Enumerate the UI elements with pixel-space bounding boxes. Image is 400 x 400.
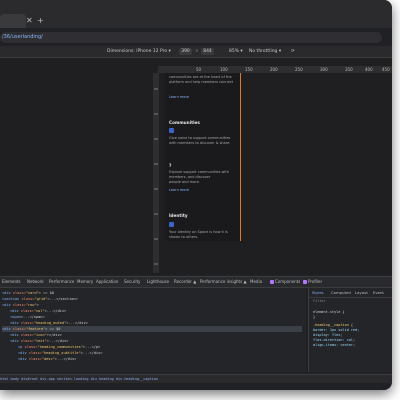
device-select[interactable]: Dimensions: iPhone 12 Pro ▾ <box>107 46 171 57</box>
ruler-tick: 50 <box>196 67 202 72</box>
tab-computed[interactable]: Computed <box>331 288 351 297</box>
device-toolbar: Dimensions: iPhone 12 Pro ▾ 390 × 844 85… <box>0 46 392 58</box>
tab-layout[interactable]: Layout <box>355 288 368 297</box>
address-bar[interactable]: /36/userlanding/ <box>0 32 382 43</box>
tab-performance[interactable]: Performance <box>49 277 74 287</box>
tab-performance-insights[interactable]: Performance insights ▲ <box>200 277 247 287</box>
browser-tab[interactable] <box>0 14 26 28</box>
horizontal-ruler: 50 100 150 200 250 300 350 400 450 <box>158 66 392 73</box>
ruler-mark <box>154 188 158 190</box>
section-text: shown to others. <box>169 235 199 239</box>
identity-icon <box>169 222 174 227</box>
tab-profiler[interactable]: Profiler <box>303 277 322 287</box>
tab-event[interactable]: Event <box>373 288 384 297</box>
tab-strip: ✕ + <box>0 0 392 28</box>
times-sign: × <box>195 49 199 54</box>
section-title: ? <box>169 163 172 168</box>
ruler-tick: 250 <box>295 67 303 72</box>
ruler-tick: 200 <box>270 67 278 72</box>
intro-text: communities are at the heart of the <box>169 75 232 79</box>
close-icon[interactable]: ✕ <box>26 17 33 25</box>
tab-recorder[interactable]: Recorder ▲ <box>174 277 196 287</box>
ruler-mark <box>154 238 158 240</box>
section-title-communities: Communities <box>169 120 200 125</box>
ruler-tick: 400 <box>365 67 373 72</box>
breadcrumb[interactable]: html body div#root div.app section.landi… <box>0 374 392 383</box>
devtools-tabbar: Elements Network Performance Memory Appl… <box>0 276 392 288</box>
tab-memory[interactable]: Memory <box>77 277 93 287</box>
zoom-select[interactable]: 85% ▾ <box>229 46 243 57</box>
add-tab-icon[interactable]: + <box>37 17 44 25</box>
ruler-tick: 350 <box>345 67 353 72</box>
width-input[interactable]: 390 <box>179 48 192 55</box>
intro-text: platform and help members connect <box>169 80 234 84</box>
react-icon <box>303 280 307 284</box>
communities-icon <box>169 128 174 133</box>
learn-more-link[interactable]: Learn more <box>169 188 189 192</box>
tab-profiler-label: Profiler <box>308 279 323 284</box>
tab-network[interactable]: Network <box>27 277 44 287</box>
style-rule-line: element.style { <box>313 310 345 314</box>
ruler-mark <box>154 138 158 140</box>
style-rule-line[interactable]: align-items: center; <box>313 343 355 348</box>
ruler-mark <box>154 163 158 165</box>
learn-more-link[interactable]: Learn more <box>169 95 189 99</box>
tab-security[interactable]: Security <box>124 277 140 287</box>
tab-components-label: Components <box>275 279 301 284</box>
styles-tabbar: Styles Computed Layout Event <box>309 288 392 298</box>
tab-styles[interactable]: Styles <box>312 288 324 297</box>
rotate-icon[interactable]: ⟳ <box>291 46 295 57</box>
ruler-tick: 450 <box>382 67 390 72</box>
styles-pane: Styles Computed Layout Event Filter elem… <box>308 288 392 372</box>
section-text: with members to discover & share. <box>169 141 231 145</box>
ruler-tick: 300 <box>320 67 328 72</box>
tab-media[interactable]: Media <box>250 277 262 287</box>
phone-preview[interactable]: communities are at the heart of the plat… <box>165 73 241 241</box>
ruler-mark <box>154 113 158 115</box>
tab-components[interactable]: Components <box>270 277 300 287</box>
section-text: people and more. <box>169 180 200 184</box>
ruler-mark <box>154 213 158 215</box>
style-rule-line: } <box>313 315 316 319</box>
ruler-tick: 100 <box>220 67 228 72</box>
section-text: Your identity on Space is how it is <box>169 230 228 234</box>
tab-application[interactable]: Application <box>96 277 118 287</box>
styles-filter-input[interactable]: Filter <box>313 299 326 304</box>
throttle-select[interactable]: No throttling ▾ <box>249 46 281 57</box>
react-icon <box>270 280 274 284</box>
tab-elements[interactable]: Elements <box>2 277 21 287</box>
section-text: members, and discover <box>169 175 211 179</box>
section-title-identity: Identity <box>169 213 188 218</box>
section-text: Give voice to support communities <box>169 136 231 140</box>
dom-node[interactable]: <div class="desc">...</div> <box>18 356 318 362</box>
section-text: Explore support communities with <box>169 170 229 174</box>
tab-lighthouse[interactable]: Lighthouse <box>147 277 169 287</box>
ruler-mark <box>154 88 158 90</box>
ruler-tick: 150 <box>245 67 253 72</box>
elements-tree[interactable]: <div class="card"> == $0 <section class=… <box>0 288 306 372</box>
ruler-mark <box>154 263 158 265</box>
vertical-ruler <box>153 73 159 273</box>
height-input[interactable]: 844 <box>201 48 214 55</box>
browser-window: ✕ + /36/userlanding/ Dimensions: iPhone … <box>0 0 392 390</box>
